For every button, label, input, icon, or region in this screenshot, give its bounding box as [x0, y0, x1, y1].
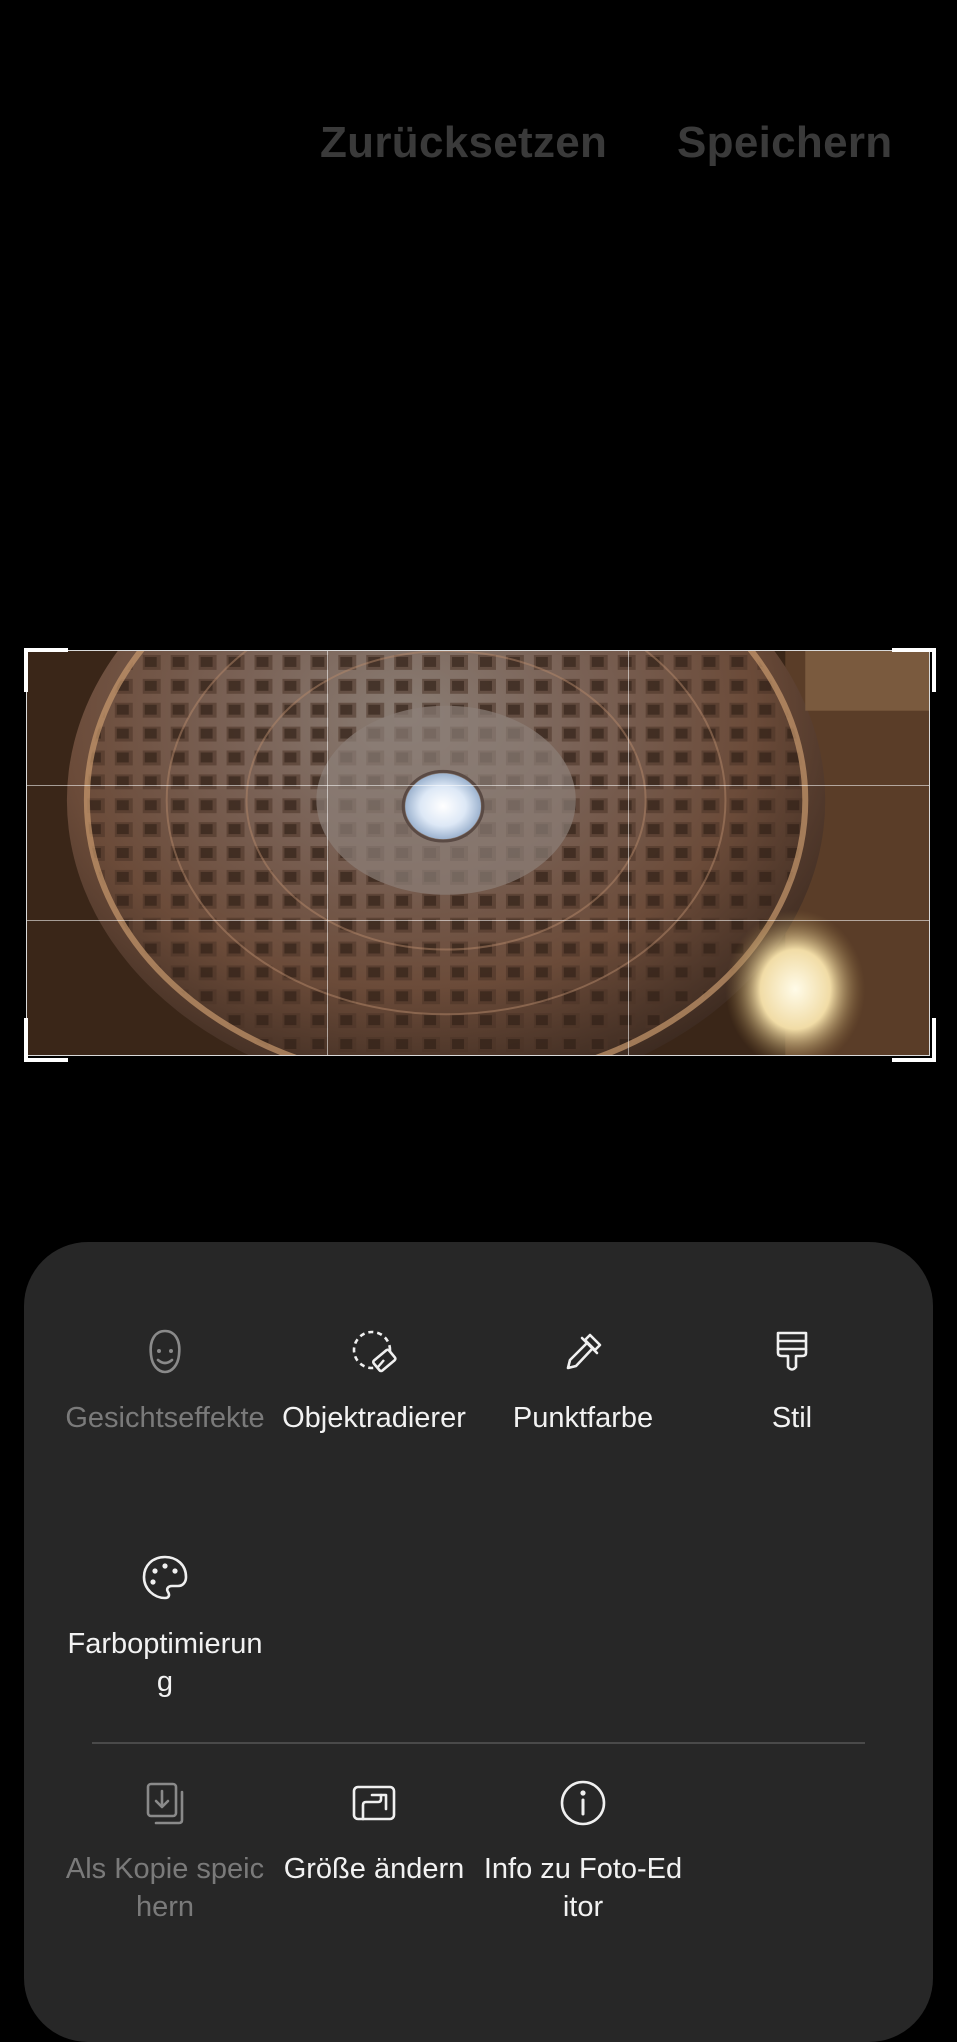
- tool-spot-color[interactable]: Punktfarbe: [483, 1325, 683, 1437]
- action-save-copy-label: Als Kopie speichern: [65, 1853, 265, 1923]
- brush-style-icon: [776, 1331, 808, 1371]
- top-bar: Zurücksetzen Speichern: [0, 0, 957, 300]
- tool-face-effects[interactable]: Gesichtseffekte: [65, 1325, 265, 1437]
- face-icon: [149, 1329, 181, 1374]
- tool-face-effects-label: Gesichtseffekte: [65, 1402, 265, 1434]
- pantheon-dome-photo: [27, 651, 929, 1055]
- palette-icon: [142, 1555, 188, 1600]
- tool-spot-color-label: Punktfarbe: [512, 1402, 654, 1434]
- crop-handle-top-right[interactable]: [892, 648, 936, 692]
- info-icon: [560, 1780, 606, 1826]
- tool-object-eraser-label: Objektradierer: [282, 1402, 466, 1434]
- tool-object-eraser[interactable]: Objektradierer: [274, 1325, 474, 1437]
- action-resize-label: Größe ändern: [283, 1853, 465, 1885]
- tool-color-optimization[interactable]: Farboptimierung: [65, 1551, 265, 1701]
- color-picker-icon: [566, 1333, 602, 1370]
- object-eraser-icon: [352, 1330, 397, 1373]
- tool-style-label: Stil: [771, 1402, 813, 1434]
- tool-color-optimization-label: Farboptimierung: [67, 1628, 263, 1698]
- save-copy-icon: [146, 1782, 184, 1825]
- action-about-editor[interactable]: Info zu Foto-Editor: [483, 1776, 683, 1926]
- crop-handle-top-left[interactable]: [24, 648, 68, 692]
- tool-style[interactable]: Stil: [692, 1325, 892, 1437]
- section-divider: [92, 1742, 865, 1744]
- resize-icon: [352, 1785, 396, 1821]
- action-about-editor-label: Info zu Foto-Editor: [483, 1853, 683, 1923]
- action-save-copy[interactable]: Als Kopie speichern: [65, 1776, 265, 1926]
- crop-handle-bottom-left[interactable]: [24, 1018, 68, 1062]
- save-button[interactable]: Speichern: [677, 118, 892, 168]
- crop-image-area[interactable]: [26, 650, 930, 1056]
- action-resize[interactable]: Größe ändern: [274, 1776, 474, 1888]
- crop-handle-bottom-right[interactable]: [892, 1018, 936, 1062]
- reset-button[interactable]: Zurücksetzen: [320, 118, 607, 168]
